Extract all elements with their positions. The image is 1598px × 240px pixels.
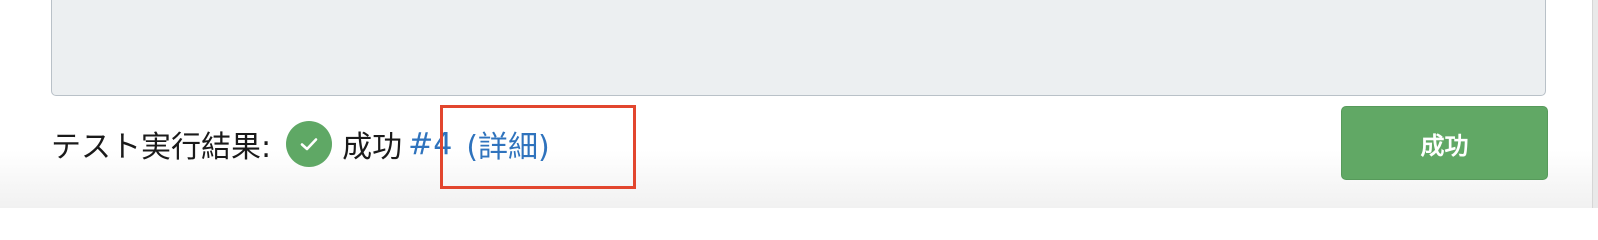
log-output-area[interactable] [51,0,1546,96]
test-status-text: 成功 [342,130,403,165]
checkmark-icon [300,138,318,151]
detail-link[interactable]: (詳細) [466,122,549,166]
run-number-link[interactable]: #4 [408,127,452,162]
check-circle-icon [286,121,333,167]
test-result-row: テスト実行結果: 成功 #4 (詳細) [51,118,550,170]
test-result-panel: テスト実行結果: 成功 #4 (詳細) 成功 [0,0,1598,208]
test-result-label: テスト実行結果: [51,130,272,165]
success-status-button[interactable]: 成功 [1341,106,1548,180]
scrollbar-track[interactable] [1592,0,1598,208]
